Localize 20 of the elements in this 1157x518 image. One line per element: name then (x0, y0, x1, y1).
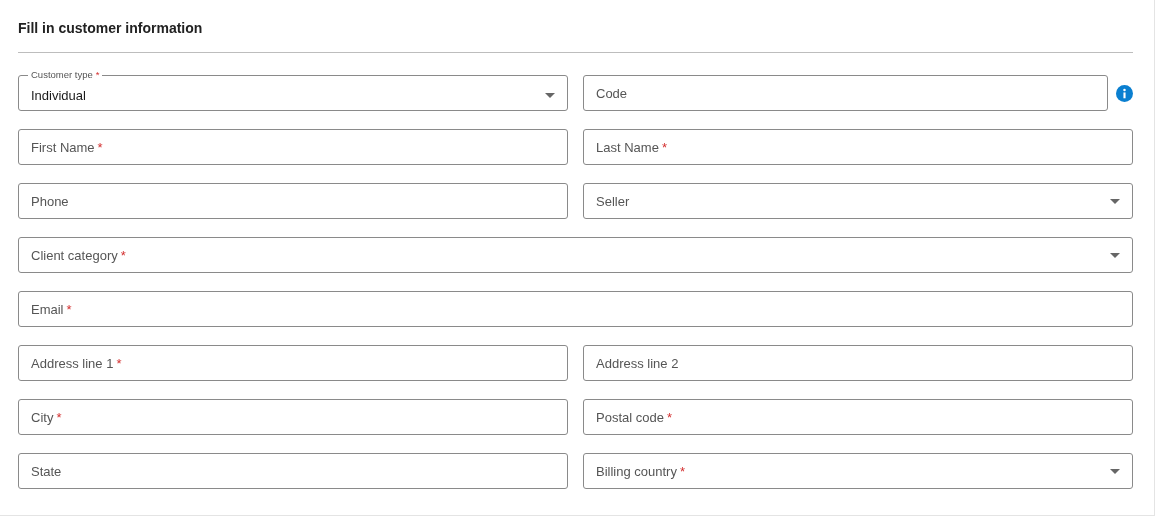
input-field[interactable]: Postal code * (583, 399, 1133, 435)
input-field[interactable]: Last Name * (583, 129, 1133, 165)
caret-icon (1110, 252, 1120, 258)
input-field[interactable]: Address line 1 * (18, 345, 568, 381)
input-field[interactable]: Code (583, 75, 1108, 111)
info-icon[interactable] (1116, 84, 1133, 102)
dropdown-field[interactable]: Customer type * Individual (18, 70, 568, 111)
input-field[interactable]: Phone (18, 183, 568, 219)
dropdown-field[interactable]: Seller (583, 183, 1133, 219)
caret-icon (545, 92, 555, 98)
input-field[interactable]: First Name * (18, 129, 568, 165)
form-title: Fill in customer information (18, 19, 1133, 53)
input-field[interactable]: Email * (18, 291, 1133, 327)
input-field[interactable]: Address line 2 (583, 345, 1133, 381)
dropdown-field[interactable]: Billing country * (583, 453, 1133, 489)
caret-icon (1110, 198, 1120, 204)
dropdown-field[interactable]: Client category * (18, 237, 1133, 273)
caret-icon (1110, 468, 1120, 474)
input-field[interactable]: City * (18, 399, 568, 435)
input-field[interactable]: State (18, 453, 568, 489)
